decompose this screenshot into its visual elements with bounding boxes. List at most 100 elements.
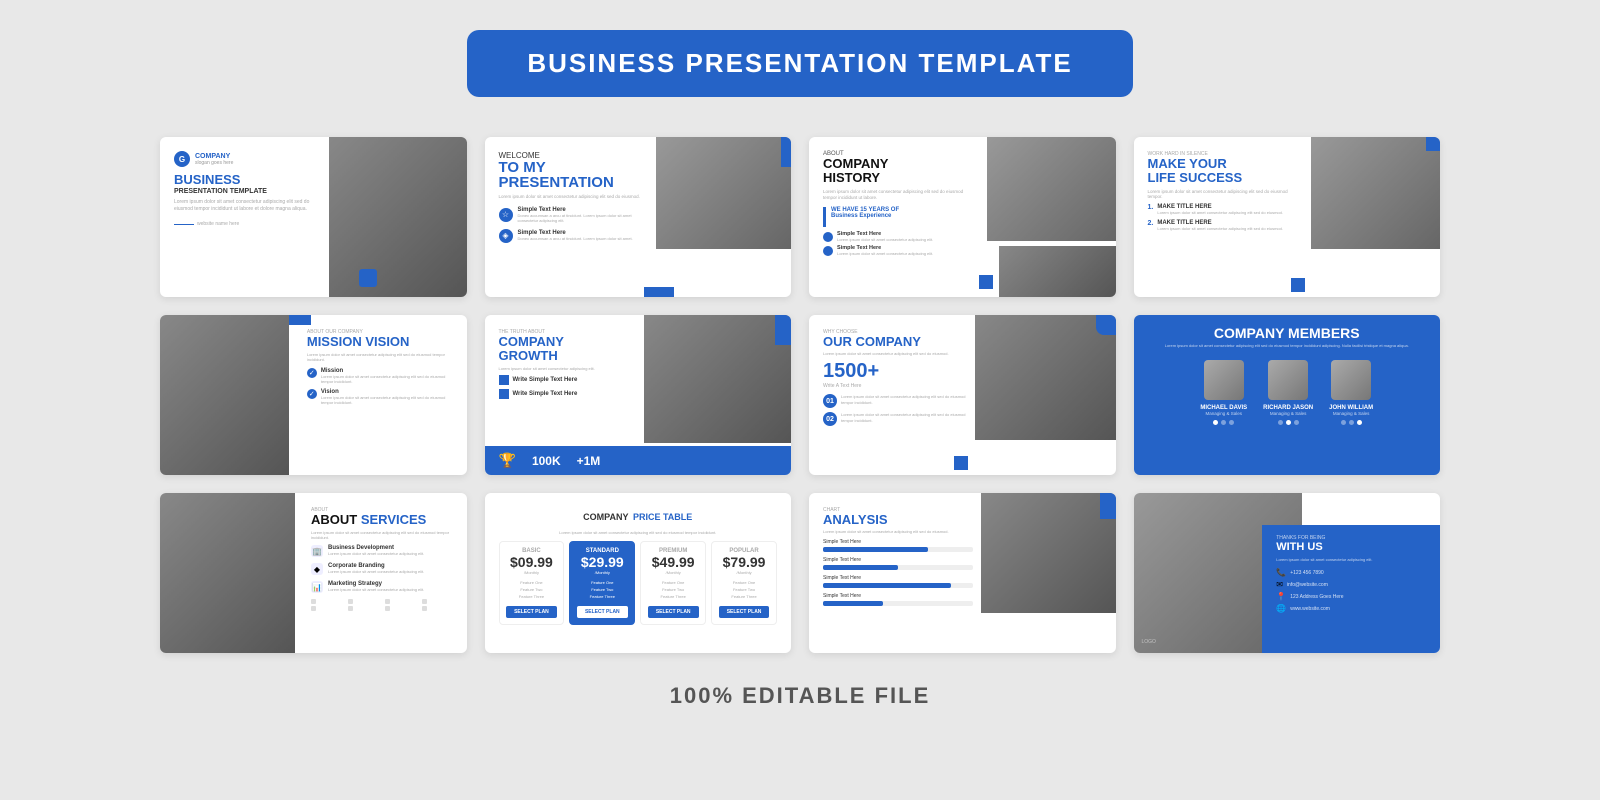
email-icon: ✉ xyxy=(1276,580,1283,589)
s10-plan1-features: Feature OneFeature TwoFeature Three xyxy=(519,580,544,600)
slide-11-chart-analysis[interactable]: CHART ANALYSIS Lorem ipsum dolor sit ame… xyxy=(809,493,1116,653)
s12-title: WITH US xyxy=(1276,541,1426,554)
s8-header: COMPANY MEMBERS Lorem ipsum dolor sit am… xyxy=(1134,315,1441,360)
s7-title: OUR COMPANY xyxy=(823,335,968,349)
location-icon: 📍 xyxy=(1276,592,1286,601)
s5-image xyxy=(160,315,289,475)
s4-item2-sub: Lorem ipsum dolor sit amet consectetur a… xyxy=(1157,226,1283,231)
s9-image xyxy=(160,493,295,653)
s4-image xyxy=(1311,137,1440,249)
s12-contact2: ✉ info@website.com xyxy=(1276,580,1426,589)
s10-plan2-btn[interactable]: SELECT PLAN xyxy=(577,606,628,618)
s11-bar1: Simple Text Here xyxy=(823,539,973,552)
s2-item2-sub: Donec accumsan a arcu at tincidunt. Lore… xyxy=(518,236,633,241)
s12-logo: LOGO xyxy=(1142,639,1156,645)
s10-body: Lorem ipsum dolor sit amet consectetur a… xyxy=(499,530,778,535)
slide-6-company-growth[interactable]: THE TRUTH ABOUT COMPANYGROWTH Lorem ipsu… xyxy=(485,315,792,475)
s10-plan3-btn[interactable]: SELECT PLAN xyxy=(648,606,699,618)
s4-num2: 2. xyxy=(1148,220,1154,231)
s8-member1-role: Managing & Sales xyxy=(1205,411,1242,416)
s3-rule-title: WE HAVE 15 YEARS OFBusiness Experience xyxy=(831,207,899,219)
s8-dot xyxy=(1213,420,1218,425)
s5-accent xyxy=(289,315,311,325)
s8-avatar-1 xyxy=(1204,360,1244,400)
s6-body: Lorem ipsum dolor sit amet consectetur a… xyxy=(499,366,638,371)
s11-bar2: Simple Text Here xyxy=(823,557,973,570)
s3-image-top xyxy=(987,137,1116,241)
s8-title: COMPANY MEMBERS xyxy=(1148,325,1427,341)
s3-item1-sub: Lorem ipsum dolor sit amet consectetur a… xyxy=(837,237,933,242)
s8-dot xyxy=(1341,420,1346,425)
s10-plan4-btn[interactable]: SELECT PLAN xyxy=(719,606,770,618)
slide-5-mission-vision[interactable]: ABOUT OUR COMPANY MISSION VISION Lorem i… xyxy=(160,315,467,475)
s8-dot xyxy=(1278,420,1283,425)
footer-label: 100% EDITABLE FILE xyxy=(670,683,931,709)
s6-accent xyxy=(775,315,791,345)
s2-item1-sub: Donec accumsan a arcu at tincidunt. Lore… xyxy=(518,213,644,223)
s9-dots-grid xyxy=(311,599,457,611)
s12-contact3: 📍 123 Address Goes Here xyxy=(1276,592,1426,601)
s2-accent-bl xyxy=(644,287,674,297)
s1-body: Lorem ipsum dolor sit amet consectetur a… xyxy=(174,199,327,213)
slide-9-about-services[interactable]: ABOUT ABOUT SERVICES Lorem ipsum dolor s… xyxy=(160,493,467,653)
s10-plans-list: BASIC $09.99 /Monthly Feature OneFeature… xyxy=(499,541,778,625)
s1-heading: BUSINESS xyxy=(174,173,327,187)
s7-stat-sub: Write A Text Here xyxy=(823,383,968,389)
s9-body: Lorem ipsum dolor sit amet consectetur a… xyxy=(311,530,457,540)
slide-1-business[interactable]: G COMPANY slogan goes here BUSINESS PRES… xyxy=(160,137,467,297)
s6-stat2: +1M xyxy=(577,454,601,468)
s8-member-2: RICHARD JASON Managing & Sales xyxy=(1263,360,1313,425)
s5-vision-sub: Lorem ipsum dolor sit amet consectetur a… xyxy=(321,395,455,405)
s9-serv1-sub: Lorem ipsum dolor sit amet consectetur a… xyxy=(328,551,424,556)
s10-plan4-features: Feature OneFeature TwoFeature Three xyxy=(731,580,756,600)
s10-plan2-features: Feature OneFeature TwoFeature Three xyxy=(590,580,615,600)
s5-body: Lorem ipsum dolor sit amet consectetur a… xyxy=(307,352,455,362)
s1-image xyxy=(329,137,467,297)
s12-body: Lorem ipsum dolor sit amet consectetur a… xyxy=(1276,557,1426,562)
s7-item1: Lorem ipsum dolor sit amet consectetur a… xyxy=(841,394,968,408)
slide-2-welcome[interactable]: WELCOME TO MYPRESENTATION Lorem ipsum do… xyxy=(485,137,792,297)
slide-8-company-members[interactable]: COMPANY MEMBERS Lorem ipsum dolor sit am… xyxy=(1134,315,1441,475)
phone-icon: 📞 xyxy=(1276,568,1286,577)
s6-stats-bar: 🏆 100K +1M xyxy=(485,446,792,475)
s2-title: TO MYPRESENTATION xyxy=(499,160,644,190)
s3-body: Lorem ipsum dolor sit amet consectetur a… xyxy=(823,189,973,203)
slide-12-thanks[interactable]: THANKS FOR BEING WITH US Lorem ipsum dol… xyxy=(1134,493,1441,653)
s8-avatar-2 xyxy=(1268,360,1308,400)
s10-plan-standard: STANDARD $29.99 /Monthly Feature OneFeat… xyxy=(569,541,635,625)
s8-dot xyxy=(1357,420,1362,425)
s5-title: MISSION VISION xyxy=(307,335,455,349)
s9-title: ABOUT SERVICES xyxy=(311,513,457,527)
s10-plan1-btn[interactable]: SELECT PLAN xyxy=(506,606,557,618)
s7-stat: 1500+ xyxy=(823,360,968,383)
slide-10-price-table[interactable]: COMPANY PRICE TABLE Lorem ipsum dolor si… xyxy=(485,493,792,653)
s1-accent xyxy=(359,269,377,287)
s3-item2-sub: Lorem ipsum dolor sit amet consectetur a… xyxy=(837,251,933,256)
s4-body: Lorem ipsum dolor sit amet consectetur a… xyxy=(1148,189,1298,199)
s11-body: Lorem ipsum dolor sit amet consectetur a… xyxy=(823,529,973,534)
s8-avatar-3 xyxy=(1331,360,1371,400)
s12-content: THANKS FOR BEING WITH US Lorem ipsum dol… xyxy=(1262,525,1440,653)
s1-logo-text: COMPANY xyxy=(195,153,233,160)
s4-item1-sub: Lorem ipsum dolor sit amet consectetur a… xyxy=(1157,210,1283,215)
slide-7-why-choose[interactable]: WHY CHOOSE OUR COMPANY Lorem ipsum dolor… xyxy=(809,315,1116,475)
s10-plan-premium: PREMIUM $49.99 /Monthly Feature OneFeatu… xyxy=(640,541,706,625)
s11-accent xyxy=(1100,493,1116,519)
slide-3-company-history[interactable]: ABOUT COMPANYHISTORY Lorem ipsum dolor s… xyxy=(809,137,1116,297)
s5-content: ABOUT OUR COMPANY MISSION VISION Lorem i… xyxy=(295,315,467,475)
main-title: BUSINESS PRESENTATION TEMPLATE xyxy=(527,48,1072,79)
s6-title: COMPANYGROWTH xyxy=(499,335,638,364)
s2-body: Lorem ipsum dolor sit amet consectetur a… xyxy=(499,194,644,201)
s6-stat1: 100K xyxy=(532,454,561,468)
s9-title-blue: SERVICES xyxy=(361,512,427,527)
s6-item1: Write Simple Text Here xyxy=(513,377,578,383)
s8-member3-role: Managing & Sales xyxy=(1333,411,1370,416)
slide-4-life-success[interactable]: WORK HARD IN SILENCE MAKE YOURLIFE SUCCE… xyxy=(1134,137,1441,297)
s3-title: COMPANYHISTORY xyxy=(823,157,973,186)
s8-dot xyxy=(1229,420,1234,425)
s4-accent-br xyxy=(1291,278,1305,292)
s8-dot xyxy=(1349,420,1354,425)
s6-image xyxy=(644,315,791,443)
s7-accent-br xyxy=(954,456,968,470)
s7-body: Lorem ipsum dolor sit amet consectetur a… xyxy=(823,351,968,356)
